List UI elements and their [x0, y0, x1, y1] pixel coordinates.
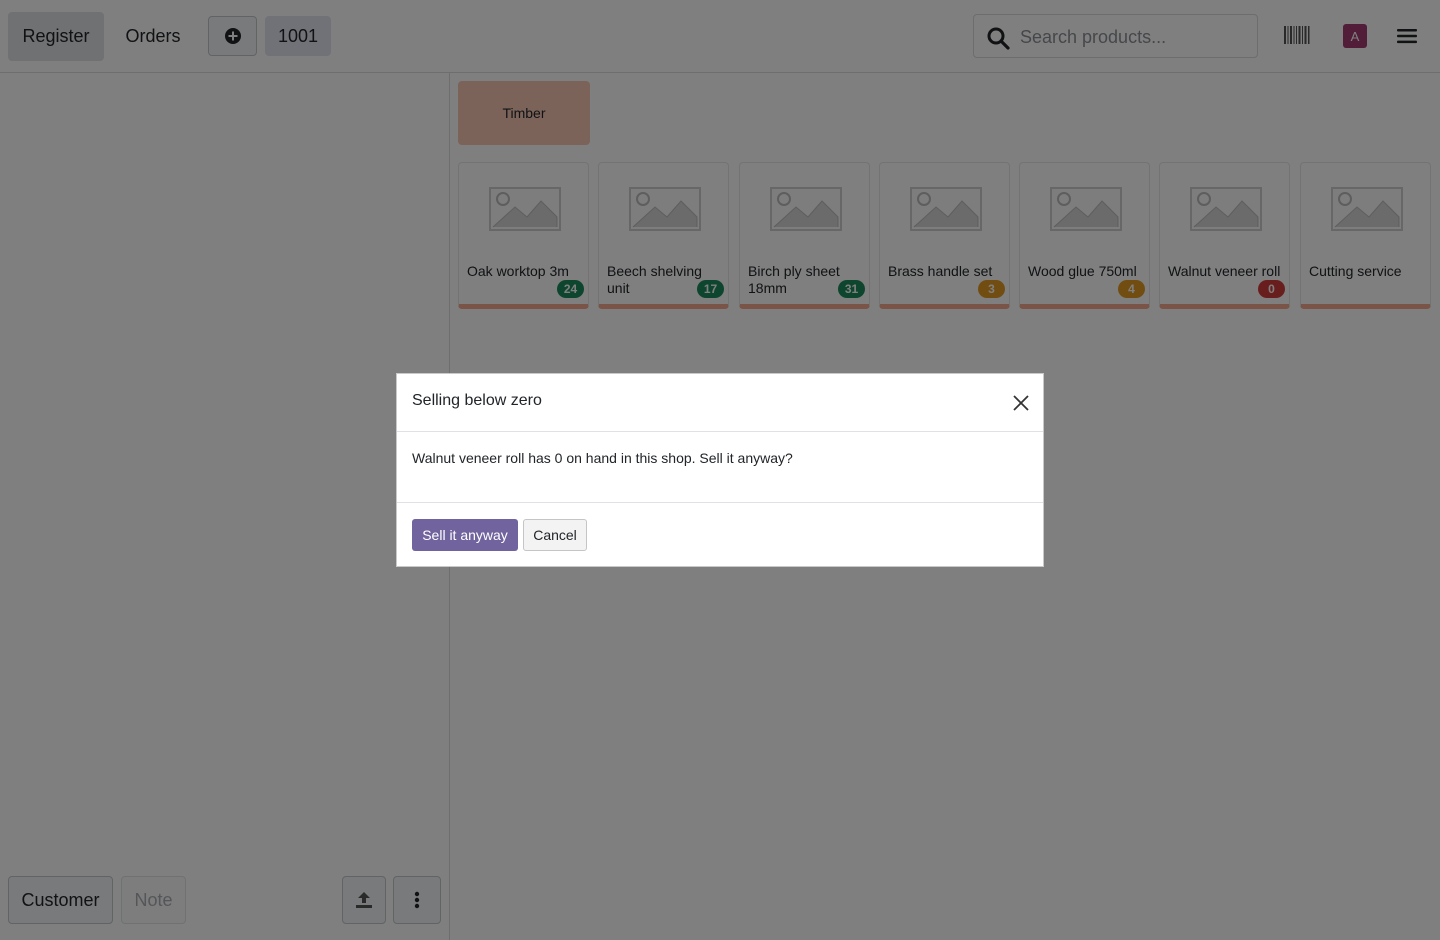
dialog-footer: Sell it anyway Cancel	[397, 502, 1043, 566]
dialog-title: Selling below zero	[412, 392, 542, 409]
dialog-message: Walnut veneer roll has 0 on hand in this…	[412, 450, 793, 466]
dialog-header: Selling below zero	[397, 374, 1043, 432]
cancel-button[interactable]: Cancel	[523, 519, 587, 551]
close-icon[interactable]	[1012, 394, 1030, 412]
selling-below-zero-dialog: Selling below zero Walnut veneer roll ha…	[396, 373, 1044, 567]
sell-anyway-button[interactable]: Sell it anyway	[412, 519, 518, 551]
